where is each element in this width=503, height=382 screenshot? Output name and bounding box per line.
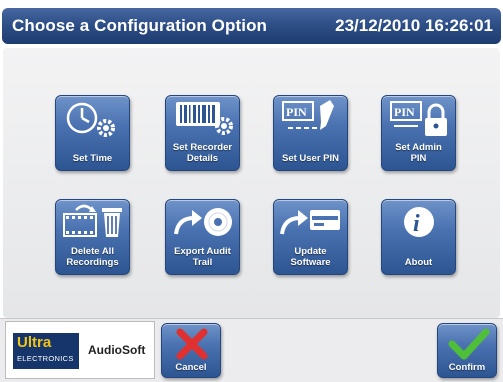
info-icon: i	[404, 207, 434, 237]
delete-all-recordings-button[interactable]: Delete All Recordings	[55, 199, 130, 275]
close-icon	[176, 328, 208, 360]
update-software-button[interactable]: Update Software	[273, 199, 348, 275]
pin-lock-icon: PIN	[390, 101, 447, 136]
product-name: AudioSoft	[88, 343, 146, 357]
set-admin-pin-button[interactable]: PIN Set Admin PIN	[381, 95, 456, 171]
arrow-disc-icon	[174, 208, 232, 236]
svg-text:PIN: PIN	[394, 105, 415, 119]
export-audit-trail-button[interactable]: Export Audit Trail	[165, 199, 240, 275]
tile-label: Set Admin PIN	[395, 142, 442, 164]
title-bar: Choose a Configuration Option 23/12/2010…	[2, 8, 501, 44]
pin-pen-icon: PIN	[282, 100, 334, 130]
set-user-pin-button[interactable]: PIN Set User PIN	[273, 95, 348, 171]
about-button[interactable]: i About	[381, 199, 456, 275]
tile-label: Delete All Recordings	[66, 246, 119, 268]
clock-gear-icon	[66, 102, 115, 137]
cancel-button[interactable]: Cancel	[161, 323, 221, 378]
ultra-electronics-logo: Ultra ELECTRONICS	[13, 333, 79, 369]
brand-area: Ultra ELECTRONICS AudioSoft	[5, 321, 155, 379]
page-title: Choose a Configuration Option	[12, 16, 268, 35]
confirm-button[interactable]: Confirm	[437, 323, 497, 378]
checkmark-icon	[448, 328, 490, 360]
tile-label: Set Recorder Details	[172, 142, 233, 164]
tile-label: Update Software	[290, 246, 331, 268]
svg-text:i: i	[413, 211, 420, 237]
tile-label: Export Audit Trail	[174, 246, 231, 268]
recorder-barcode-gear-icon	[176, 102, 233, 135]
tile-label: Set User PIN	[281, 153, 340, 164]
film-trash-icon	[63, 204, 122, 237]
tile-label: About	[404, 257, 433, 268]
set-time-button[interactable]: Set Time	[55, 95, 130, 171]
set-recorder-details-button[interactable]: Set Recorder Details	[165, 95, 240, 171]
arrow-card-icon	[280, 210, 340, 235]
options-panel	[3, 48, 500, 318]
svg-text:PIN: PIN	[286, 105, 307, 119]
tile-label: Set Time	[72, 153, 113, 164]
date-time: 23/12/2010 16:26:01	[335, 16, 493, 35]
